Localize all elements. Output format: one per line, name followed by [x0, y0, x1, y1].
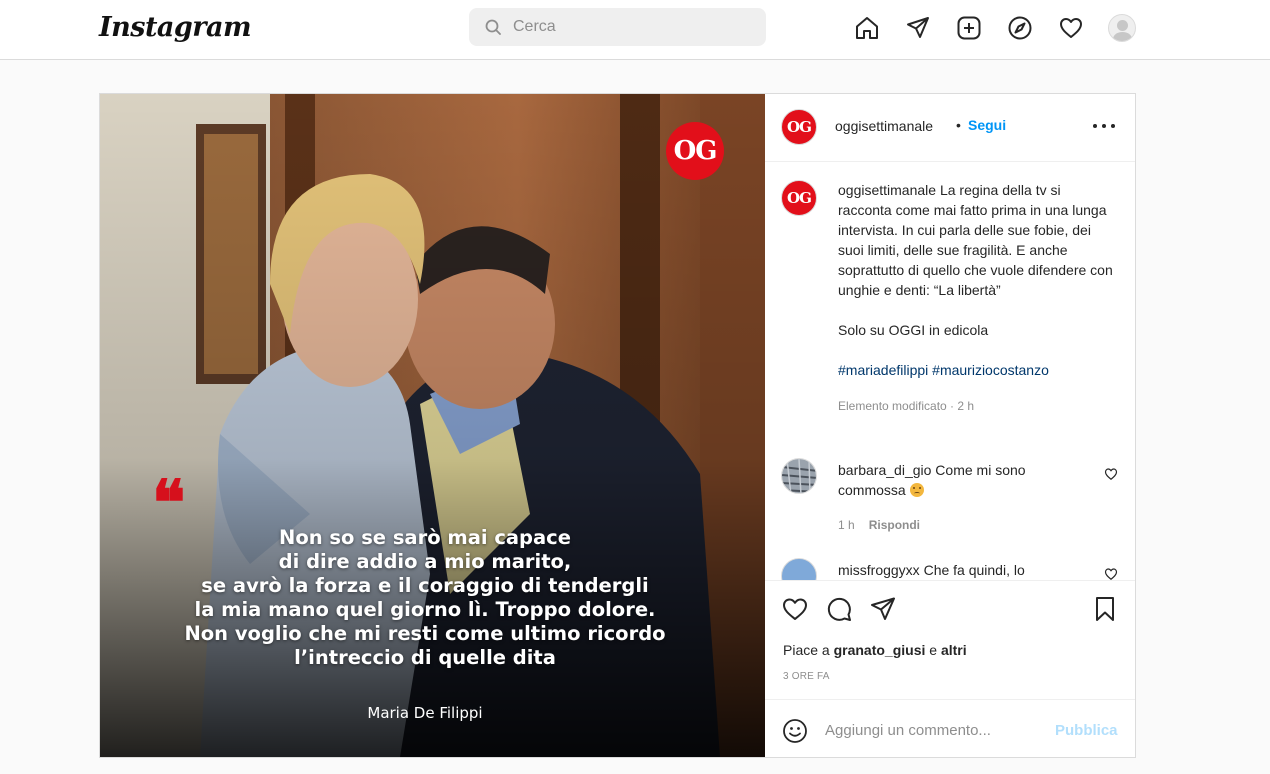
emoji-smile-icon[interactable] — [781, 717, 809, 745]
quote-line: Non so se sarò mai capace — [279, 526, 571, 549]
add-comment-bar: Pubblica — [765, 699, 1135, 757]
quote-text: Non so se sarò mai capace di dire addio … — [160, 526, 690, 670]
caption-meta: Elemento modificato · 2 h — [838, 399, 975, 413]
caption-hashtags[interactable]: #mariadefilippi #mauriziocostanzo — [838, 360, 1113, 380]
instagram-logo[interactable]: Instagram — [99, 12, 252, 43]
profile-avatar[interactable] — [1108, 14, 1136, 42]
likes-and: e — [929, 642, 938, 658]
direct-icon[interactable] — [904, 14, 932, 42]
like-heart-icon[interactable] — [781, 595, 809, 623]
caption-author-avatar[interactable]: OG — [781, 180, 817, 216]
home-icon[interactable] — [853, 14, 881, 42]
comment-bubble-icon[interactable] — [825, 595, 853, 623]
quote-line: l’intreccio di quelle dita — [294, 646, 556, 669]
top-navigation-bar: Instagram — [0, 0, 1270, 60]
post-time-ago[interactable]: 3 ORE FA — [783, 671, 830, 682]
search-input[interactable] — [513, 18, 753, 36]
quote-author: Maria De Filippi — [367, 704, 483, 722]
author-avatar[interactable]: OG — [781, 109, 817, 145]
likes-summary: Piace a granato_giusi e altri — [783, 642, 967, 658]
emoji-icon — [909, 483, 924, 497]
post-header: OG oggisettimanale • Segui — [765, 94, 1135, 162]
quote-line: la mia mano quel giorno lì. Troppo dolor… — [194, 598, 656, 621]
comment-like-heart-icon[interactable] — [1104, 467, 1118, 481]
activity-heart-icon[interactable] — [1057, 14, 1085, 42]
comment-body: barbara_di_gio Come mi sono commossa — [838, 460, 1088, 500]
new-post-icon[interactable] — [955, 14, 983, 42]
likes-user[interactable]: granato_giusi — [834, 642, 926, 658]
quote-line: se avrò la forza e il coraggio di tender… — [201, 574, 649, 597]
comment-time: 1 h — [838, 518, 855, 532]
commenter-avatar[interactable] — [781, 458, 817, 494]
reply-button[interactable]: Rispondi — [869, 518, 920, 532]
comment-username[interactable]: barbara_di_gio — [838, 462, 931, 478]
save-bookmark-icon[interactable] — [1091, 595, 1119, 623]
explore-icon[interactable] — [1006, 14, 1034, 42]
search-icon — [485, 19, 501, 35]
comment-username[interactable]: missfroggyxx — [838, 562, 920, 578]
search-box[interactable] — [469, 8, 766, 46]
quote-line: Non voglio che mi resti come ultimo rico… — [184, 622, 666, 645]
post-side-panel: OG oggisettimanale • Segui OG oggisettim… — [765, 94, 1135, 757]
commenter-avatar[interactable] — [781, 558, 817, 580]
comment-meta: 1 h Rispondi — [838, 518, 920, 532]
quote-line: di dire addio a mio marito, — [278, 550, 572, 573]
post-actions: Piace a granato_giusi e altri 3 ORE FA — [765, 580, 1135, 700]
likes-prefix: Piace a — [783, 642, 830, 658]
post-card: OG ❝ Non so se sarò mai capace di dire a… — [99, 93, 1136, 758]
separator-dot: • — [956, 117, 961, 133]
follow-button[interactable]: Segui — [968, 117, 1006, 133]
avatar — [1108, 14, 1136, 42]
author-username[interactable]: oggisettimanale — [835, 118, 933, 134]
comment-text: Che fa quindi, lo — [923, 562, 1025, 578]
caption-text-2: Solo su OGGI in edicola — [838, 322, 989, 338]
post-image[interactable]: OG ❝ Non so se sarò mai capace di dire a… — [100, 94, 765, 757]
comments-section[interactable]: OG oggisettimanale La regina della tv si… — [765, 162, 1135, 580]
likes-others[interactable]: altri — [941, 642, 967, 658]
comment-body: missfroggyxx Che fa quindi, lo — [838, 560, 1088, 580]
comment-like-heart-icon[interactable] — [1104, 567, 1118, 580]
caption-username[interactable]: oggisettimanale — [838, 182, 936, 198]
publish-button[interactable]: Pubblica — [1055, 722, 1118, 739]
more-options-icon[interactable] — [1093, 116, 1115, 136]
og-logo-badge: OG — [666, 122, 724, 180]
add-comment-input[interactable] — [825, 718, 1045, 742]
caption-text: La regina della tv si racconta come mai … — [838, 182, 1113, 298]
nav-icons — [853, 14, 1136, 42]
caption-body: oggisettimanale La regina della tv si ra… — [838, 180, 1113, 416]
quote-mark-icon: ❝ — [152, 466, 186, 539]
share-direct-icon[interactable] — [869, 595, 897, 623]
